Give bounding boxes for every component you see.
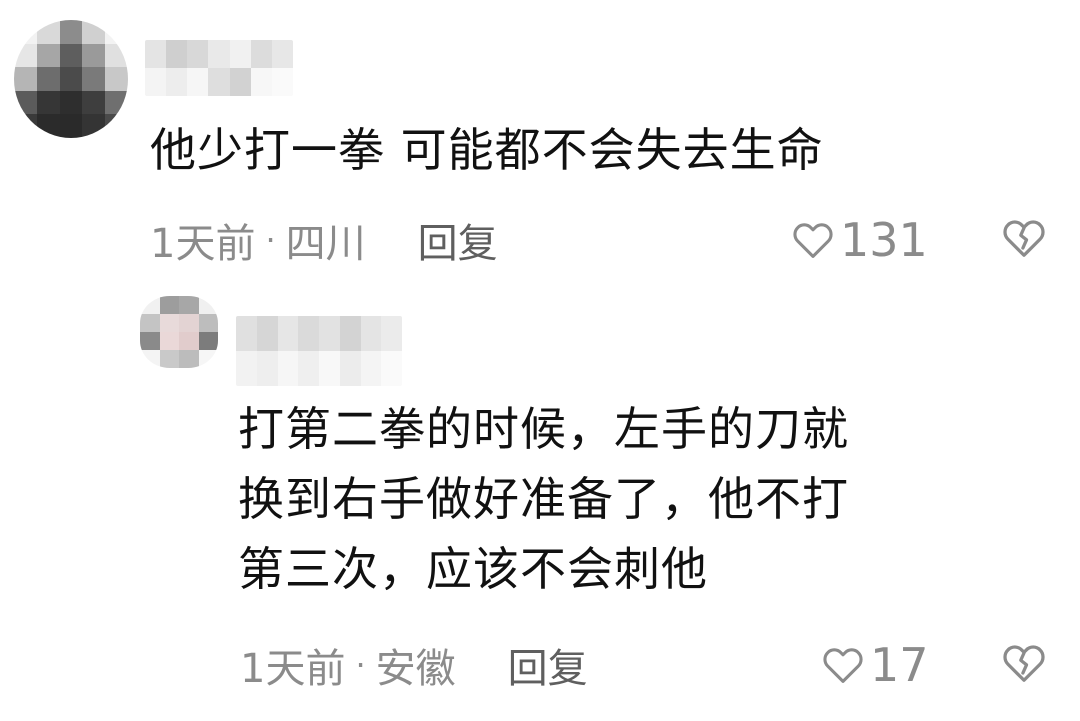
username-blurred[interactable] [145,40,293,96]
like-button[interactable]: 131 [792,210,928,270]
heart-outline-icon [793,223,833,258]
broken-heart-icon [1003,645,1045,682]
like-button[interactable]: 17 [822,635,929,695]
comment-text: 他少打一拳 可能都不会失去生命 [150,123,824,177]
meta-separator: · [355,646,366,684]
reply-comment-item: 打第二拳的时候，左手的刀就 换到右手做好准备了，他不打 第三次，应该不会刺他 1… [0,290,1080,721]
like-count: 131 [840,213,928,267]
avatar[interactable] [14,20,128,138]
comment-location: 安徽 [375,646,456,692]
broken-heart-icon [1003,220,1045,257]
comment-location: 四川 [285,221,366,267]
comment-meta: 1天前 · 安徽 回复 [240,635,588,695]
like-count: 17 [870,638,929,692]
heart-outline-icon [823,648,863,683]
comment-meta: 1天前 · 四川 回复 [150,210,498,270]
comment-time: 1天前 [240,646,346,692]
comment-text: 打第二拳的时候，左手的刀就 换到右手做好准备了，他不打 第三次，应该不会刺他 [238,402,849,596]
avatar[interactable] [140,296,218,368]
dislike-button[interactable] [1002,218,1046,262]
meta-separator: · [265,221,276,259]
comment-time: 1天前 [150,221,256,267]
reply-button[interactable]: 回复 [418,211,498,269]
reply-button[interactable]: 回复 [508,636,588,694]
comment-item: 他少打一拳 可能都不会失去生命 1天前 · 四川 回复 131 [0,0,1080,290]
dislike-button[interactable] [1002,643,1046,687]
username-blurred[interactable] [236,316,402,386]
